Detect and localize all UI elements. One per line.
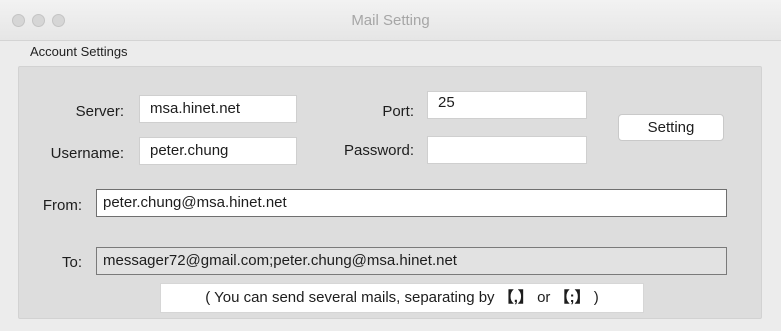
separator-hint-suffix: ) (589, 289, 599, 306)
separator-hint-prefix: ( You can send several mails, separating… (205, 289, 499, 306)
server-label: Server: (75, 103, 124, 120)
from-field[interactable]: peter.chung@msa.hinet.net (96, 189, 727, 217)
port-label: Port: (382, 103, 414, 120)
account-settings-label: Account Settings (30, 44, 128, 59)
separator-hint: ( You can send several mails, separating… (160, 283, 644, 313)
to-label: To: (61, 254, 82, 271)
semicolon-separator: 【;】 (554, 289, 590, 306)
password-field[interactable] (427, 136, 587, 164)
title-bar: Mail Setting (0, 0, 781, 41)
setting-button[interactable]: Setting (618, 114, 724, 141)
port-field[interactable]: 25 (427, 91, 587, 119)
username-field[interactable]: peter.chung (139, 137, 297, 165)
server-field[interactable]: msa.hinet.net (139, 95, 297, 123)
mail-setting-window: Mail Setting Account Settings Server: ms… (0, 0, 781, 331)
username-label: Username: (50, 145, 124, 162)
comma-separator: 【,】 (498, 289, 533, 306)
from-label: From: (42, 197, 82, 214)
password-label: Password: (343, 142, 414, 159)
separator-hint-middle: or (532, 289, 555, 306)
window-title: Mail Setting (351, 12, 430, 29)
to-field[interactable]: messager72@gmail.com;peter.chung@msa.hin… (96, 247, 727, 275)
